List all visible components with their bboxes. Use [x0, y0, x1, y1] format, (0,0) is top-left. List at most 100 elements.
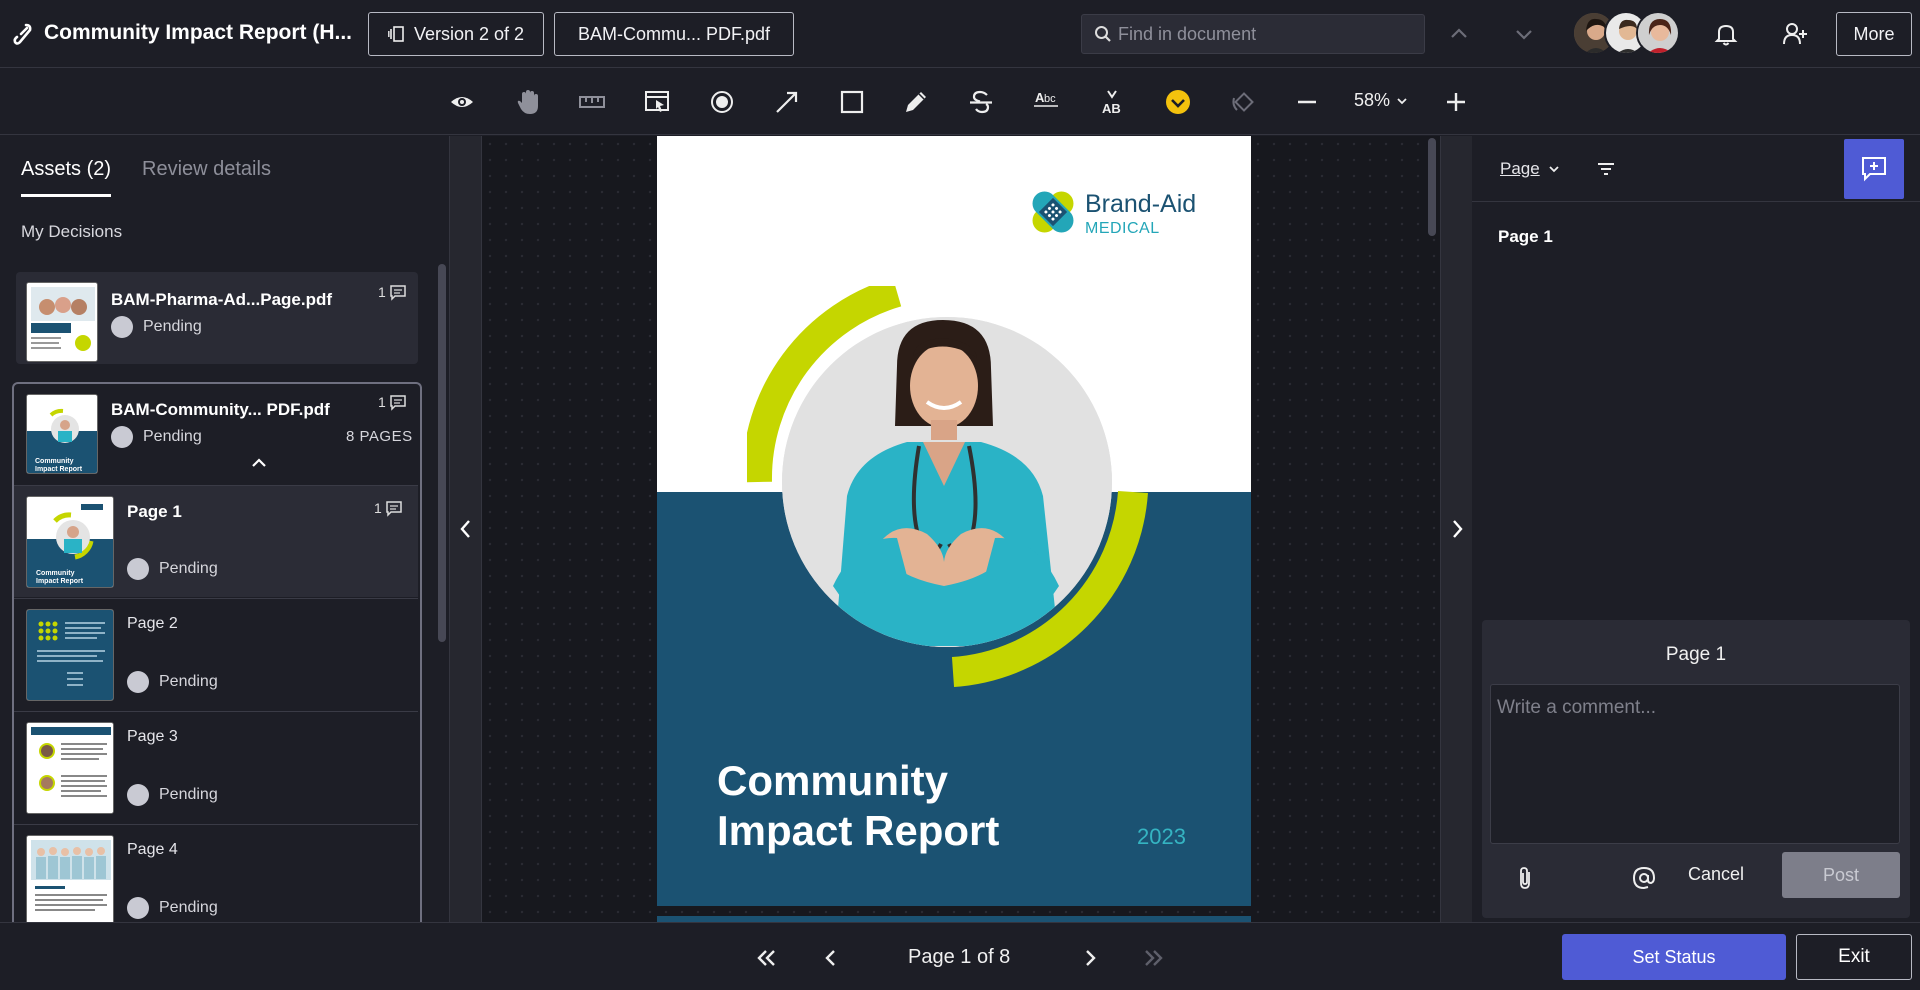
collapse-right-panel[interactable] — [1440, 136, 1472, 922]
version-button[interactable]: Version 2 of 2 — [368, 12, 544, 56]
status-label: Pending — [159, 673, 218, 690]
eye-icon[interactable] — [446, 86, 478, 118]
search-previous-icon[interactable] — [1447, 22, 1471, 46]
brand-subtitle: MEDICAL — [1085, 220, 1160, 237]
page-list-item[interactable]: Page 2 Pending — [14, 598, 418, 710]
comment-input[interactable] — [1490, 684, 1900, 844]
rectangle-icon[interactable] — [836, 86, 868, 118]
tab-assets[interactable]: Assets (2) — [21, 158, 112, 197]
comments-panel: Page Page 1 Page 1 Cancel Post — [1472, 136, 1920, 922]
comment-count-label: 1 — [378, 284, 386, 300]
find-in-document[interactable] — [1081, 14, 1425, 54]
svg-text:___: ___ — [1034, 108, 1049, 116]
asset-name: BAM-Community... PDF.pdf — [111, 400, 330, 419]
report-title-line2: Impact Report — [717, 807, 1000, 854]
replace-text-icon[interactable]: Abc ___ — [1030, 86, 1062, 118]
file-label: BAM-Commu... PDF.pdf — [577, 23, 771, 44]
strikethrough-icon[interactable] — [965, 86, 997, 118]
hand-icon[interactable] — [512, 86, 544, 118]
search-input[interactable] — [1118, 23, 1418, 45]
tab-review-details[interactable]: Review details — [142, 158, 271, 181]
set-status-button[interactable]: Set Status — [1562, 934, 1786, 980]
report-title-line1: Community — [717, 757, 948, 804]
search-next-icon[interactable] — [1512, 22, 1536, 46]
bell-icon[interactable] — [1712, 20, 1740, 48]
hero-photo — [747, 286, 1148, 687]
mention-icon[interactable] — [1632, 866, 1656, 890]
svg-text:AB: AB — [1102, 101, 1121, 116]
more-button[interactable]: More — [1836, 12, 1912, 56]
asset-name: BAM-Pharma-Ad...Page.pdf — [111, 290, 333, 309]
post-button[interactable]: Post — [1782, 852, 1900, 898]
asset-status: Pending — [111, 426, 202, 448]
page-list-item[interactable]: Page 3 Pending — [14, 711, 418, 823]
filter-icon[interactable] — [1596, 160, 1616, 178]
exit-button[interactable]: Exit — [1796, 934, 1912, 980]
brand-logo: Brand-Aid MEDICAL — [1027, 186, 1196, 243]
asset-thumbnail — [26, 282, 98, 362]
page-status: Pending — [127, 558, 218, 580]
cancel-button[interactable]: Cancel — [1688, 864, 1744, 885]
page-indicator: Page 1 of 8 — [908, 946, 1011, 968]
page-thumbnail — [26, 835, 114, 922]
page-list-label: Page 2 — [127, 615, 178, 632]
attachment-icon[interactable] — [1516, 866, 1534, 890]
comments-header: Page — [1472, 136, 1920, 202]
app-logo-icon[interactable] — [12, 22, 34, 46]
status-label: Pending — [159, 899, 218, 916]
file-button[interactable]: BAM-Commu... PDF.pdf — [554, 12, 794, 56]
page-status: Pending — [127, 784, 218, 806]
asset-card[interactable]: BAM-Pharma-Ad...Page.pdf Pending 1 — [16, 272, 418, 364]
previous-page-icon[interactable] — [818, 945, 844, 971]
rotate-icon[interactable] — [1226, 86, 1258, 118]
version-label: Version 2 of 2 — [413, 23, 525, 44]
page-list-item[interactable]: Page 4 Pending — [14, 824, 418, 922]
page-filter-label: Page — [1500, 159, 1540, 178]
status-label: Pending — [159, 786, 218, 803]
svg-text:Impact Report: Impact Report — [35, 466, 83, 473]
add-user-icon[interactable] — [1781, 20, 1809, 48]
document-page[interactable]: Brand-Aid MEDICAL Community Impact Repor… — [657, 136, 1251, 906]
chevron-up-icon[interactable] — [250, 456, 268, 470]
scrollbar[interactable] — [1428, 138, 1436, 236]
svg-text:Community: Community — [35, 458, 74, 465]
first-page-icon[interactable] — [753, 945, 779, 971]
scrollbar[interactable] — [438, 264, 446, 642]
document-canvas[interactable]: Brand-Aid MEDICAL Community Impact Repor… — [482, 136, 1440, 922]
page-list-label: Page 1 — [127, 502, 182, 521]
chevron-down-icon — [1397, 97, 1407, 104]
search-icon — [1095, 26, 1111, 42]
bottom-bar: Page 1 of 8 Set Status Exit — [0, 922, 1920, 990]
svg-text:Community: Community — [36, 570, 75, 577]
page-list-label: Page 4 — [127, 841, 178, 858]
annotation-toolbar: Abc ___ AB 58% — [0, 68, 1920, 135]
arrow-icon[interactable] — [771, 86, 803, 118]
report-title: Community Impact Report — [717, 756, 999, 856]
more-label: More — [1853, 23, 1895, 44]
add-comment-button[interactable] — [1844, 139, 1904, 199]
select-area-icon[interactable] — [641, 86, 673, 118]
asset-status: Pending — [111, 316, 202, 338]
svg-text:bc: bc — [1044, 93, 1056, 105]
avatar[interactable] — [1636, 11, 1680, 55]
assets-panel: Assets (2) Review details My Decisions B… — [0, 136, 450, 922]
zoom-out-icon[interactable] — [1291, 86, 1323, 118]
top-bar: Community Impact Report (H... Version 2 … — [0, 0, 1920, 68]
page-count: 8 PAGES — [346, 428, 413, 445]
record-icon[interactable] — [706, 86, 738, 118]
page-list-item[interactable]: Community Impact Report Page 1 Pending 1 — [14, 485, 418, 597]
insert-text-icon[interactable]: AB — [1097, 86, 1129, 118]
zoom-in-icon[interactable] — [1440, 86, 1472, 118]
zoom-level: 58% — [1354, 90, 1391, 110]
page-filter-select[interactable]: Page — [1500, 159, 1560, 179]
zoom-level-select[interactable]: 58% — [1354, 90, 1408, 111]
chevron-down-icon — [1549, 166, 1559, 173]
next-page-icon[interactable] — [1077, 945, 1103, 971]
collapse-left-panel[interactable] — [450, 136, 482, 922]
approve-check-icon[interactable] — [1162, 86, 1194, 118]
last-page-icon[interactable] — [1141, 945, 1167, 971]
asset-card[interactable]: Community Impact Report BAM-Community... … — [16, 386, 418, 484]
page-thumbnail — [26, 609, 114, 701]
ruler-icon[interactable] — [576, 86, 608, 118]
pencil-icon[interactable] — [900, 86, 932, 118]
